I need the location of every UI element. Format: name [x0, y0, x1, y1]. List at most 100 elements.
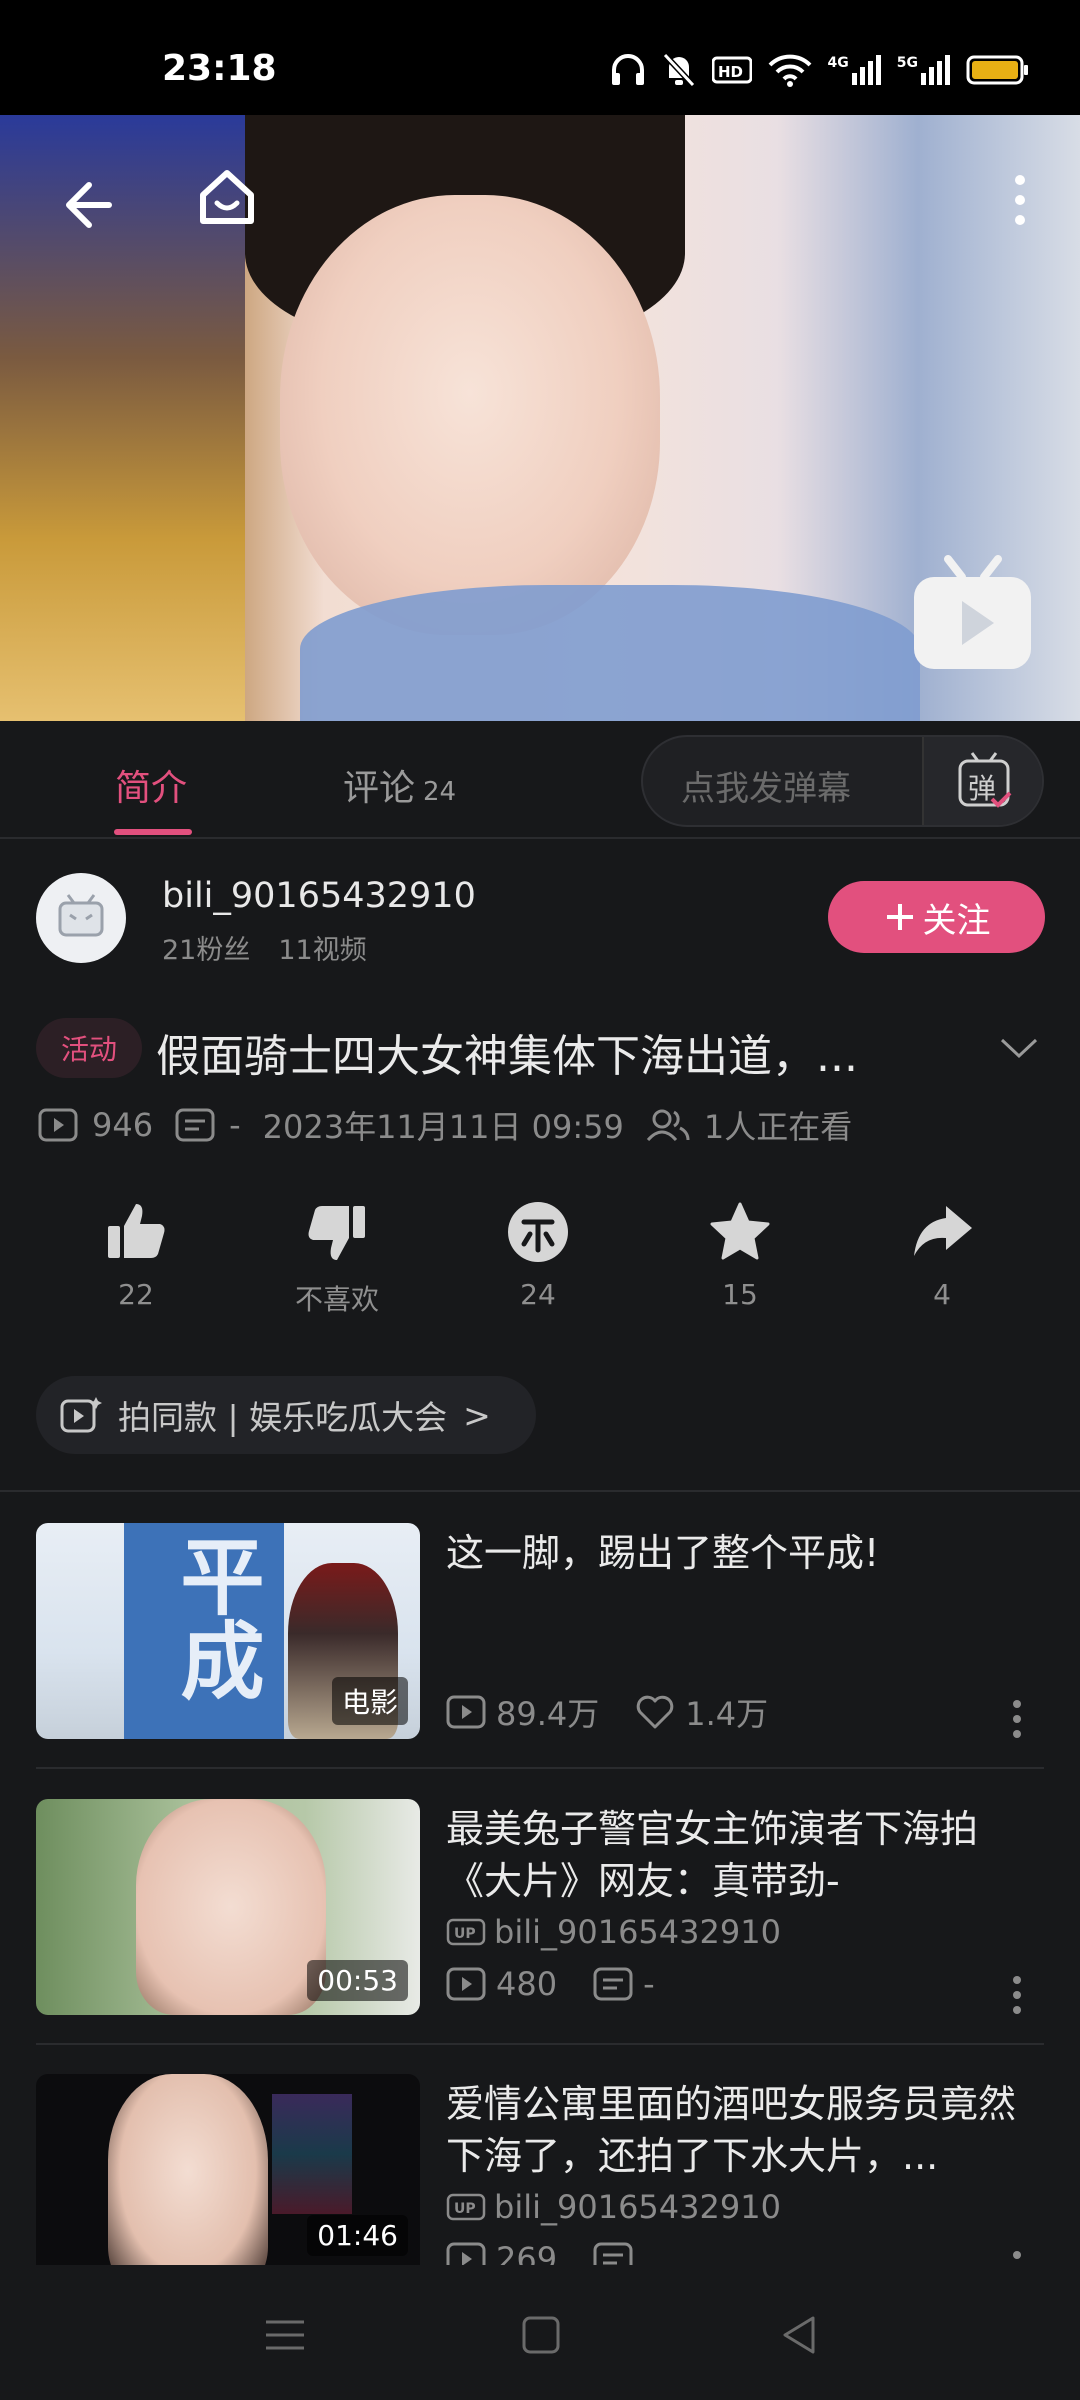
favorite-button[interactable]: 15 — [660, 1200, 820, 1311]
signal-5g-icon: 5G — [897, 55, 950, 85]
like-button[interactable]: 22 — [56, 1200, 216, 1311]
signal-4g-icon: 4G — [828, 55, 881, 85]
action-bar: 22 不喜欢 24 15 4 — [0, 1200, 1080, 1330]
favorite-star-icon — [710, 1202, 770, 1260]
recommendation-item[interactable]: 平成 电影 这一脚，踢出了整个平成! 89.4万 1.4万 — [36, 1523, 1044, 1739]
up-badge-icon: UP — [446, 2193, 486, 2221]
up-badge-icon: UP — [446, 1918, 486, 1946]
uploader-name[interactable]: bili_90165432910 — [162, 876, 476, 916]
same-style-label: 拍同款 | 娱乐吃瓜大会 — [118, 1398, 448, 1437]
uploader-stats: 21粉丝 11视频 — [162, 928, 395, 967]
recommendation-uploader: UP bili_90165432910 — [446, 2188, 781, 2226]
recommendation-title: 这一脚，踢出了整个平成! — [446, 1531, 880, 1575]
recommendation-thumbnail[interactable]: 平成 电影 — [36, 1523, 420, 1739]
home-square-icon[interactable] — [516, 2310, 566, 2360]
chevron-right-icon: > — [463, 1395, 491, 1435]
default-avatar-icon — [58, 894, 104, 937]
more-vertical-icon[interactable] — [1005, 170, 1035, 230]
danmaku-input[interactable]: 点我发弹幕 — [681, 761, 851, 810]
danmaku-toggle-button[interactable]: 弹 — [922, 737, 1042, 825]
thumbnail-sign-text: 平成 — [167, 1533, 265, 1701]
danmaku-toggle-label: 弹 — [968, 772, 997, 805]
play-count-icon — [38, 1108, 78, 1142]
view-count: 946 — [92, 1106, 154, 1144]
video-frame-shirt — [300, 585, 920, 721]
more-vertical-icon[interactable] — [1012, 1699, 1022, 1739]
video-camera-icon — [60, 1397, 102, 1433]
hd-icon: HD — [711, 56, 752, 84]
view-count: 480 — [496, 1965, 558, 2003]
recommendation-stats: 269 — [446, 2240, 643, 2265]
video-title: 假面骑士四大女神集体下海出道，... — [156, 1031, 858, 1082]
wifi-icon — [768, 54, 811, 87]
more-vertical-icon[interactable] — [1012, 1975, 1022, 2015]
chevron-down-icon[interactable] — [996, 1028, 1042, 1068]
svg-text:HD: HD — [718, 63, 743, 81]
tab-active-indicator — [114, 829, 192, 835]
system-nav-bar — [0, 2265, 1080, 2400]
recommendation-title: 最美兔子警官女主饰演者下海拍《大片》网友：真带劲- — [446, 1807, 979, 1903]
back-arrow-icon[interactable] — [55, 175, 115, 235]
list-divider — [36, 2043, 1044, 2045]
list-viewport: 01:46 爱情公寓里面的酒吧女服务员竟然下海了，还拍了下水大片，... UP … — [0, 2072, 1080, 2265]
recommendation-thumbnail[interactable]: 00:53 — [36, 1799, 420, 2015]
danmaku-input-box[interactable]: 点我发弹幕 弹 — [641, 735, 1044, 827]
recommendation-thumbnail[interactable]: 01:46 — [36, 2074, 420, 2265]
thumbnail-face — [136, 1799, 326, 2015]
follow-label: 关注 — [922, 900, 991, 941]
recommendation-item[interactable]: 01:46 爱情公寓里面的酒吧女服务员竟然下海了，还拍了下水大片，... UP … — [36, 2074, 1044, 2265]
play-count-icon — [446, 1695, 486, 1729]
duration-badge: 00:53 — [307, 1960, 408, 2001]
tab-comments[interactable]: 评论 24 — [343, 759, 456, 811]
uploader-name: bili_90165432910 — [494, 1913, 781, 1951]
danmaku-count-icon — [593, 2242, 633, 2265]
home-icon[interactable] — [195, 165, 259, 229]
coin-icon — [508, 1202, 568, 1262]
plus-icon — [886, 904, 913, 930]
thumbnail-face — [108, 2074, 268, 2265]
avatar[interactable] — [36, 873, 126, 963]
video-frame-face — [280, 195, 660, 635]
danmaku-count: - — [229, 1106, 241, 1144]
danmaku-count-icon — [593, 1967, 633, 2001]
recommendation-item[interactable]: 00:53 最美兔子警官女主饰演者下海拍《大片》网友：真带劲- UP bili_… — [36, 1799, 1044, 2015]
like-count: 1.4万 — [685, 1695, 769, 1733]
network-5g-label: 5G — [896, 55, 918, 71]
like-count: 22 — [118, 1278, 154, 1311]
uploader-fans: 21粉丝 — [162, 935, 251, 966]
status-time: 23:18 — [162, 48, 277, 89]
share-button[interactable]: 4 — [862, 1200, 1022, 1311]
follow-button[interactable]: 关注 — [828, 881, 1045, 953]
dislike-icon — [308, 1206, 365, 1260]
back-triangle-icon[interactable] — [775, 2310, 825, 2360]
coin-count: 24 — [520, 1278, 556, 1311]
battery-icon — [966, 55, 1028, 85]
recommendation-title: 爱情公寓里面的酒吧女服务员竟然下海了，还拍了下水大片，... — [446, 2082, 1017, 2178]
coin-button[interactable]: 24 — [458, 1200, 618, 1311]
status-bar: 23:18 HD 4G 5G — [0, 0, 1080, 115]
heart-icon — [637, 1695, 674, 1729]
status-icons: HD 4G 5G — [610, 50, 1030, 90]
headphones-icon — [611, 54, 644, 85]
publish-date: 2023年11月11日 09:59 — [262, 1108, 624, 1146]
activity-tag[interactable]: 活动 — [36, 1018, 142, 1078]
danmaku-count: - — [643, 1965, 655, 2003]
tabs-row: 简介 评论 24 点我发弹幕 弹 — [0, 721, 1080, 839]
bilibili-tv-icon[interactable] — [910, 555, 1035, 673]
play-count-icon — [446, 2242, 486, 2265]
section-divider — [0, 1490, 1080, 1492]
dislike-button[interactable]: 不喜欢 — [257, 1200, 417, 1318]
tab-intro[interactable]: 简介 — [115, 759, 187, 811]
thumbnail-lights — [272, 2094, 352, 2214]
tab-comments-count: 24 — [423, 777, 457, 807]
tab-comments-label: 评论 — [343, 768, 416, 809]
watching-count: 1人正在看 — [703, 1108, 853, 1146]
mute-bell-icon — [662, 52, 695, 88]
favorite-count: 15 — [722, 1278, 758, 1311]
same-style-button[interactable]: 拍同款 | 娱乐吃瓜大会 > — [36, 1376, 536, 1454]
watching-users-icon — [646, 1109, 690, 1142]
more-vertical-icon[interactable] — [1012, 2250, 1022, 2265]
svg-text:UP: UP — [454, 1926, 476, 1942]
menu-icon[interactable] — [260, 2310, 310, 2360]
uploader-videos: 11视频 — [278, 935, 367, 966]
